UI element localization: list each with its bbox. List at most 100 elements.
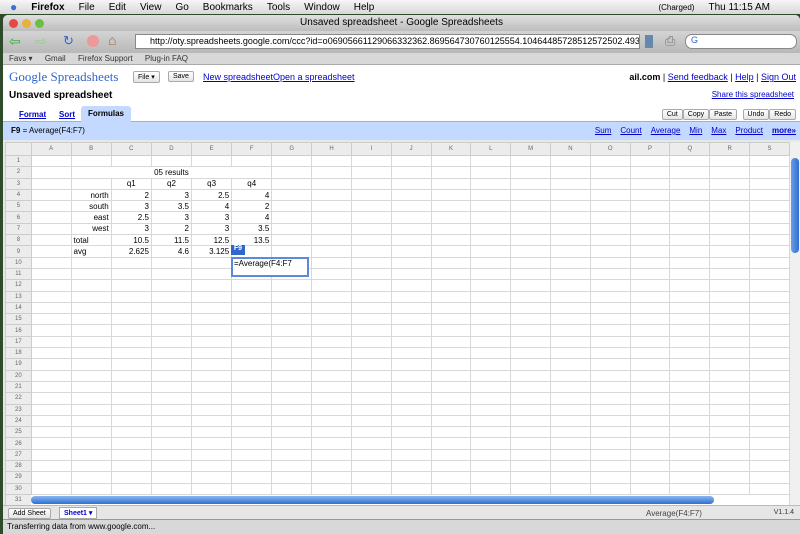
cell[interactable] (190, 313, 233, 326)
cell[interactable] (629, 245, 671, 258)
cell[interactable] (709, 324, 751, 337)
cell[interactable] (30, 414, 72, 428)
cell[interactable]: 3.5 (231, 222, 273, 236)
cell[interactable] (70, 460, 112, 473)
cell[interactable] (190, 392, 233, 405)
cell[interactable] (550, 426, 591, 439)
cell[interactable] (749, 211, 790, 224)
cell[interactable] (470, 188, 512, 202)
cell[interactable] (430, 222, 472, 236)
cell[interactable] (510, 460, 551, 473)
cell[interactable] (749, 290, 790, 303)
cell[interactable] (470, 471, 512, 484)
cell[interactable] (271, 482, 313, 495)
cell[interactable] (190, 324, 233, 337)
cell[interactable] (589, 166, 631, 179)
cell[interactable] (709, 188, 751, 202)
column-header[interactable]: M (510, 142, 551, 156)
cell[interactable] (589, 256, 631, 269)
menu-view[interactable]: View (140, 2, 162, 13)
row-header[interactable]: 1 (5, 154, 32, 168)
cell[interactable] (350, 437, 392, 450)
cell[interactable] (190, 403, 233, 416)
cell[interactable] (589, 200, 631, 213)
cell[interactable] (510, 448, 551, 462)
cell[interactable] (70, 358, 112, 371)
file-menu-button[interactable]: File ▾ (133, 71, 160, 83)
cell[interactable] (510, 222, 551, 236)
cell[interactable] (470, 448, 512, 462)
home-icon[interactable]: ⌂ (108, 32, 116, 48)
cell[interactable] (311, 358, 352, 371)
tab-formulas[interactable]: Formulas (81, 106, 131, 122)
cell[interactable] (749, 414, 790, 428)
cell[interactable] (231, 154, 273, 168)
cell[interactable] (430, 482, 472, 495)
cell[interactable] (271, 301, 313, 315)
cell[interactable] (749, 380, 790, 394)
cell[interactable] (231, 414, 273, 428)
vertical-scrollbar[interactable] (790, 142, 800, 517)
cell[interactable] (430, 335, 472, 349)
cell[interactable]: 4 (190, 200, 233, 213)
cell[interactable] (390, 154, 432, 168)
cell[interactable] (629, 380, 671, 394)
cell[interactable] (311, 154, 352, 168)
cell[interactable] (470, 482, 512, 495)
cell[interactable] (390, 380, 432, 394)
cell[interactable] (510, 369, 551, 382)
cell[interactable] (669, 380, 711, 394)
sheet-table[interactable]: A B C D E F G H I J K L M N O P Q R S 1 2 05 results 3 q1 q2 q3 q4… (5, 142, 790, 505)
cell[interactable] (231, 403, 273, 416)
cell[interactable]: 2 (110, 188, 152, 202)
cell[interactable]: 2.5 (110, 211, 152, 224)
cell[interactable] (430, 358, 472, 371)
cell[interactable]: 3 (190, 211, 233, 224)
cell[interactable] (30, 188, 72, 202)
cell[interactable] (271, 426, 313, 439)
cell[interactable] (709, 426, 751, 439)
cell[interactable] (749, 154, 790, 168)
cell[interactable]: 3 (110, 200, 152, 213)
cell[interactable] (629, 279, 671, 292)
cell[interactable] (589, 448, 631, 462)
cell[interactable] (311, 279, 352, 292)
cell[interactable] (669, 437, 711, 450)
cell[interactable] (271, 313, 313, 326)
cell[interactable] (510, 392, 551, 405)
cell[interactable]: q2 (150, 177, 193, 190)
cell[interactable] (629, 369, 671, 382)
sheet-tab-sheet1[interactable]: Sheet1 ▾ (59, 507, 98, 519)
cell[interactable] (510, 279, 551, 292)
row-header[interactable]: 7 (5, 222, 32, 236)
cell[interactable] (311, 369, 352, 382)
cell[interactable] (110, 448, 152, 462)
cell[interactable] (110, 414, 152, 428)
row-header[interactable]: 29 (5, 471, 32, 484)
cell[interactable] (271, 369, 313, 382)
cell[interactable] (709, 211, 751, 224)
cell[interactable] (430, 403, 472, 416)
cell[interactable] (390, 200, 432, 213)
cell[interactable] (550, 188, 591, 202)
cell[interactable] (190, 154, 233, 168)
row-header[interactable]: 3 (5, 177, 32, 190)
redo-button[interactable]: Redo (769, 109, 796, 120)
cell[interactable] (30, 154, 72, 168)
cell[interactable] (390, 211, 432, 224)
cell[interactable] (749, 200, 790, 213)
cell[interactable] (70, 426, 112, 439)
cell[interactable] (430, 369, 472, 382)
row-header[interactable]: 6 (5, 211, 32, 224)
cell[interactable] (30, 335, 72, 349)
cell[interactable] (430, 211, 472, 224)
cell[interactable] (749, 245, 790, 258)
cell[interactable] (669, 471, 711, 484)
cell[interactable] (150, 403, 193, 416)
cell[interactable] (350, 279, 392, 292)
cell[interactable] (629, 188, 671, 202)
cell[interactable]: 2 (231, 200, 273, 213)
cell[interactable] (669, 290, 711, 303)
cell[interactable] (350, 256, 392, 269)
cell[interactable] (510, 335, 551, 349)
